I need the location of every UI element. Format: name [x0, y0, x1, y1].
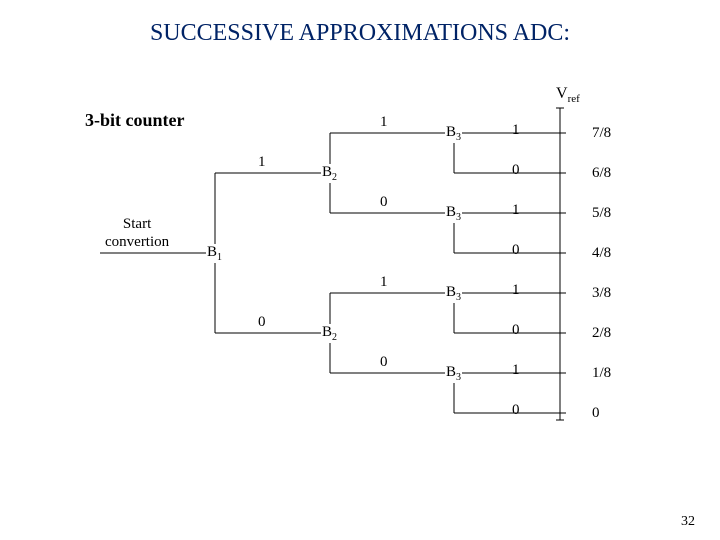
frac-6: 1/8 — [592, 365, 611, 382]
out-1: 0 — [512, 162, 520, 179]
out-7: 0 — [512, 402, 520, 419]
edge-b2u-0: 0 — [380, 194, 388, 211]
edge-b2l-1: 1 — [380, 274, 388, 291]
out-0: 1 — [512, 122, 520, 139]
edge-b2u-1: 1 — [380, 114, 388, 131]
page-number: 32 — [681, 514, 695, 530]
out-2: 1 — [512, 202, 520, 219]
node-b2-upper: B2 — [321, 164, 338, 183]
node-b3-d: B3 — [445, 364, 462, 383]
node-b1: B1 — [206, 244, 223, 263]
node-b3-b: B3 — [445, 204, 462, 223]
frac-5: 2/8 — [592, 325, 611, 342]
out-5: 0 — [512, 322, 520, 339]
frac-1: 6/8 — [592, 165, 611, 182]
edge-b1-1: 1 — [258, 154, 266, 171]
out-4: 1 — [512, 282, 520, 299]
out-6: 1 — [512, 362, 520, 379]
frac-3: 4/8 — [592, 245, 611, 262]
out-3: 0 — [512, 242, 520, 259]
node-b3-c: B3 — [445, 284, 462, 303]
node-b2-lower: B2 — [321, 324, 338, 343]
frac-4: 3/8 — [592, 285, 611, 302]
edge-b1-0: 0 — [258, 314, 266, 331]
frac-2: 5/8 — [592, 205, 611, 222]
frac-7: 0 — [592, 405, 600, 422]
edge-b2l-0: 0 — [380, 354, 388, 371]
node-b3-a: B3 — [445, 124, 462, 143]
tree-lines — [0, 0, 720, 540]
frac-0: 7/8 — [592, 125, 611, 142]
